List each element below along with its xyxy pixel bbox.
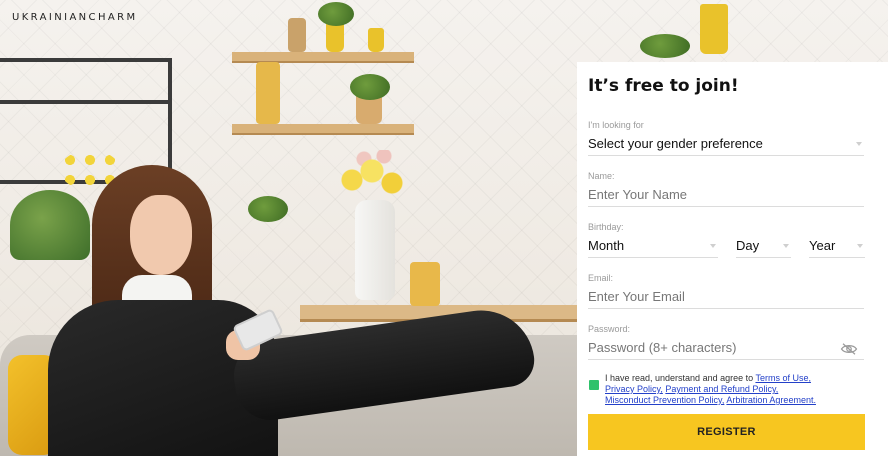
gender-label: I'm looking for <box>588 120 644 130</box>
email-placeholder: Enter Your Email <box>588 289 685 304</box>
day-select[interactable]: Day <box>736 235 791 258</box>
email-input[interactable]: Enter Your Email <box>588 286 864 309</box>
year-select-value: Year <box>809 238 836 253</box>
password-input[interactable]: Password (8+ characters) <box>588 337 864 360</box>
chevron-down-icon <box>857 244 863 248</box>
gender-field: I'm looking for Select your gender prefe… <box>588 120 864 156</box>
woman-face <box>130 195 192 275</box>
name-placeholder: Enter Your Name <box>588 187 688 202</box>
terms-text: I have read, understand and agree to Ter… <box>605 373 845 406</box>
name-label: Name: <box>588 171 615 181</box>
terms-prefix: I have read, understand and agree to <box>605 373 756 383</box>
password-placeholder: Password (8+ characters) <box>588 340 737 355</box>
gender-select[interactable]: Select your gender preference <box>588 133 864 156</box>
chevron-down-icon <box>783 244 789 248</box>
eye-slash-icon[interactable] <box>840 342 858 356</box>
payment-refund-policy-link[interactable]: Payment and Refund Policy, <box>665 384 778 394</box>
plant <box>10 190 90 260</box>
birthday-label: Birthday: <box>588 222 624 232</box>
email-field: Email: Enter Your Email <box>588 273 864 309</box>
vase <box>355 200 395 300</box>
form-title: It’s free to join! <box>588 76 739 96</box>
wall-shelf <box>232 124 414 135</box>
birthday-field: Birthday: Month Day Year <box>588 222 865 258</box>
birthday-selects: Month Day Year <box>588 235 865 258</box>
year-select[interactable]: Year <box>809 235 865 258</box>
terms-of-use-link[interactable]: Terms of Use, <box>755 373 811 383</box>
name-field: Name: Enter Your Name <box>588 171 864 207</box>
privacy-policy-link[interactable]: Privacy Policy, <box>605 384 663 394</box>
chevron-down-icon <box>856 142 862 146</box>
registration-form: It’s free to join! I'm looking for Selec… <box>577 62 888 456</box>
site-logo[interactable]: UKRAINIANCHARM <box>12 12 137 23</box>
tulips <box>336 150 416 210</box>
email-label: Email: <box>588 273 614 283</box>
gender-select-value: Select your gender preference <box>588 136 763 151</box>
month-select-value: Month <box>588 238 625 253</box>
terms-checkbox[interactable] <box>589 380 599 390</box>
register-button[interactable]: REGISTER <box>588 414 865 450</box>
password-field: Password: Password (8+ characters) <box>588 324 864 360</box>
name-input[interactable]: Enter Your Name <box>588 184 864 207</box>
arbitration-agreement-link[interactable]: Arbitration Agreement. <box>726 395 816 405</box>
chevron-down-icon <box>710 244 716 248</box>
password-label: Password: <box>588 324 631 334</box>
day-select-value: Day <box>736 238 760 253</box>
month-select[interactable]: Month <box>588 235 718 258</box>
misconduct-policy-link[interactable]: Misconduct Prevention Policy, <box>605 395 724 405</box>
